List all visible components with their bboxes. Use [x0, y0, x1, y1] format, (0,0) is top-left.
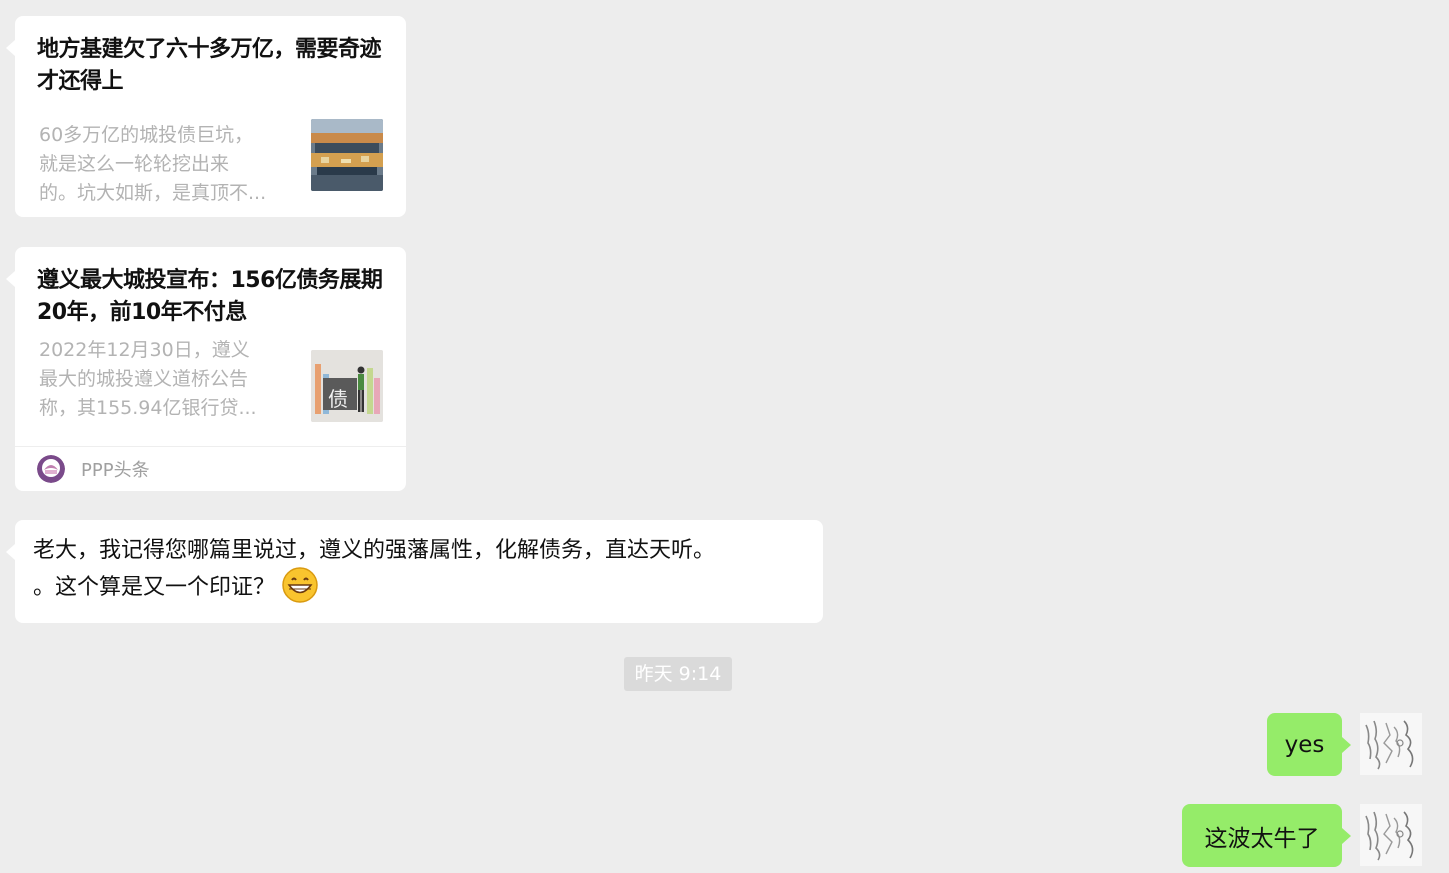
article-desc-line: 称，其155.94亿银行贷...: [39, 397, 257, 419]
article-card-2[interactable]: 遵义最大城投宣布：156亿债务展期20年，前10年不付息 2022年12月30日…: [6, 247, 406, 491]
article-desc-line: 2022年12月30日，遵义: [39, 339, 250, 361]
article-card-1[interactable]: 地方基建欠了六十多万亿，需要奇迹才还得上 60多万亿的城投债巨坑， 就是这么一轮…: [6, 16, 406, 217]
article-thumbnail: 债: [311, 350, 383, 422]
text-message-right[interactable]: 这波太牛了: [1182, 804, 1351, 867]
message-text: yes: [1284, 731, 1325, 758]
message-text: 这波太牛了: [1204, 825, 1320, 852]
message-line-text: 。这个算是又一个印证？: [33, 575, 276, 600]
article-title: 地方基建欠了六十多万亿，需要奇迹才还得上: [37, 37, 382, 94]
chat-area: 地方基建欠了六十多万亿，需要奇迹才还得上 60多万亿的城投债巨坑， 就是这么一轮…: [0, 0, 1449, 873]
grinning-face-emoji-icon: [282, 567, 318, 603]
user-avatar[interactable]: [1360, 804, 1422, 866]
source-name: PPP头条: [81, 460, 150, 481]
message-text: 老大，我记得您哪篇里说过，遵义的强藩属性，化解债务，直达天听。 。这个算是又一个…: [33, 532, 813, 606]
user-avatar[interactable]: [1360, 713, 1422, 775]
article-desc-line: 的。坑大如斯，是真顶不...: [39, 182, 267, 204]
message-line: 老大，我记得您哪篇里说过，遵义的强藩属性，化解债务，直达天听。: [33, 538, 716, 563]
timestamp: 昨天 9:14: [624, 657, 732, 691]
text-message-right[interactable]: yes: [1267, 713, 1351, 776]
article-title: 遵义最大城投宣布：156亿债务展期20年，前10年不付息: [37, 268, 383, 325]
message-line-2: 。这个算是又一个印证？: [33, 567, 813, 606]
article-desc-line: 就是这么一轮轮挖出来: [39, 153, 230, 175]
article-desc-line: 60多万亿的城投债巨坑，: [39, 124, 254, 146]
article-source[interactable]: PPP头条: [15, 446, 406, 491]
source-avatar-icon: [37, 455, 65, 483]
article-thumbnail: [311, 119, 383, 191]
article-desc-line: 最大的城投遵义道桥公告: [39, 368, 249, 390]
thumbnail-char: 债: [328, 387, 348, 411]
text-message-left[interactable]: 老大，我记得您哪篇里说过，遵义的强藩属性，化解债务，直达天听。 。这个算是又一个…: [6, 520, 823, 623]
